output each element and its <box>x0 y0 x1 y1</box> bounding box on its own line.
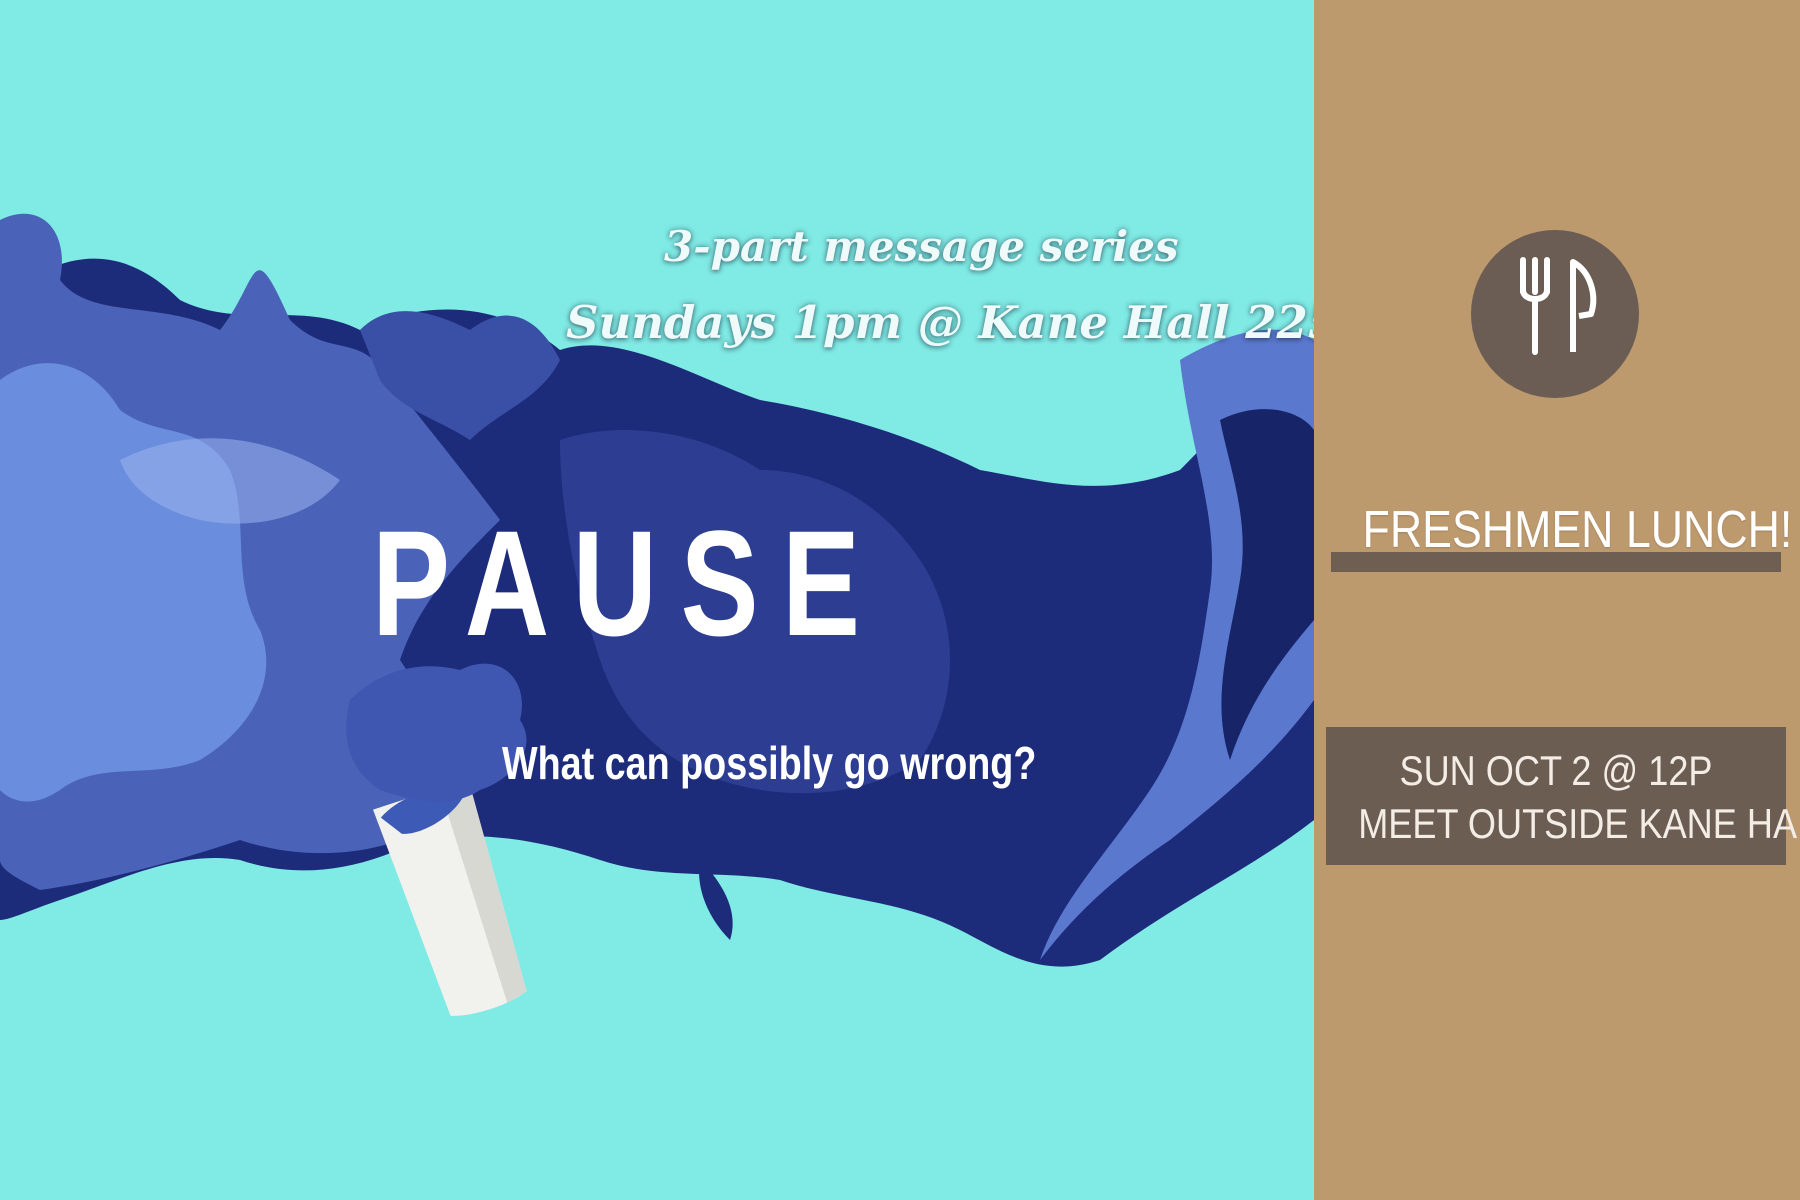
event-flyer: 3-part message series Sundays 1pm @ Kane… <box>0 0 1800 1200</box>
tagline: What can possibly go wrong? <box>502 737 1037 789</box>
pause-title: PAUSE <box>372 499 884 667</box>
pause-series-poster: 3-part message series Sundays 1pm @ Kane… <box>0 0 1314 1200</box>
lunch-details-box: SUN OCT 2 @ 12P MEET OUTSIDE KANE HALL <box>1326 727 1800 865</box>
lunch-date-time: SUN OCT 2 @ 12P <box>1399 747 1713 794</box>
lunch-meeting-place: MEET OUTSIDE KANE HALL <box>1358 800 1800 847</box>
lunch-title: FRESHMEN LUNCH! <box>1362 501 1793 559</box>
series-subtitle: 3-part message series <box>664 222 1179 271</box>
utensil-badge <box>1471 230 1639 398</box>
fork-and-knife-icon <box>1520 257 1597 355</box>
schedule-line: Sundays 1pm @ Kane Hall 225 <box>566 296 1314 349</box>
lunch-panel: FRESHMEN LUNCH! SUN OCT 2 @ 12P MEET OUT… <box>1314 0 1800 1200</box>
lunch-title-block: FRESHMEN LUNCH! <box>1331 500 1793 572</box>
